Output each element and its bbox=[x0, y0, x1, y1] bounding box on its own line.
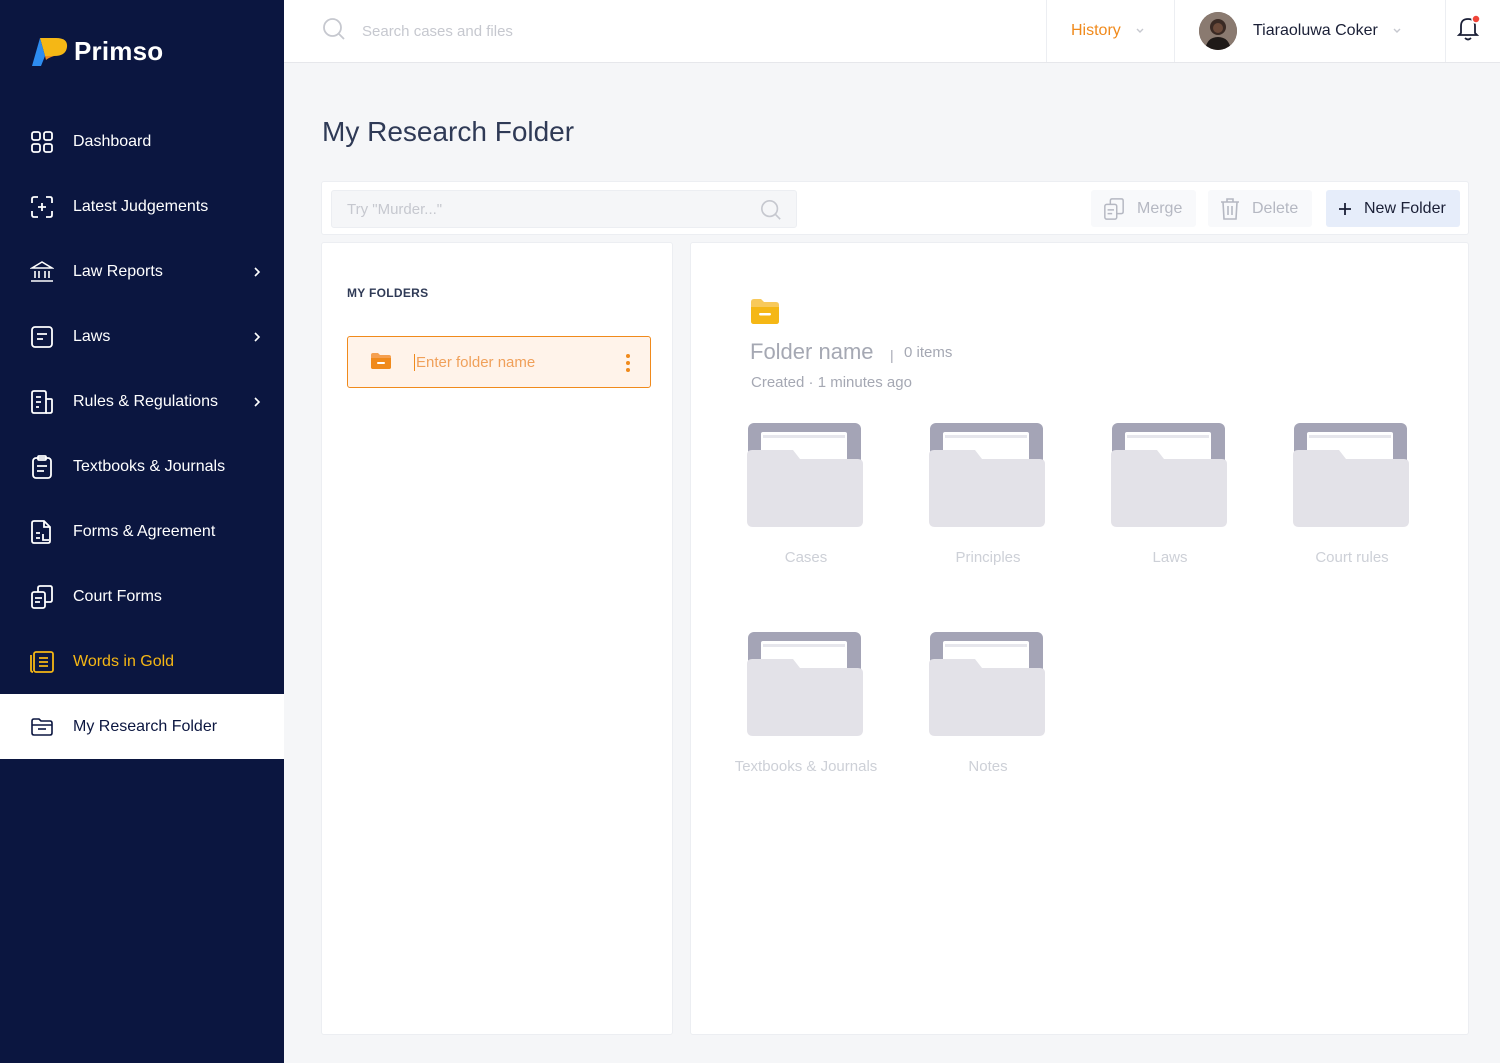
global-search-input[interactable]: Search cases and files bbox=[362, 23, 513, 40]
merge-label: Merge bbox=[1137, 199, 1183, 217]
user-menu[interactable]: Tiaraoluwa Coker bbox=[1174, 0, 1446, 62]
folder-icon bbox=[747, 632, 864, 737]
subfolder-label: Laws bbox=[1152, 549, 1188, 566]
subfolder-label: Textbooks & Journals bbox=[734, 758, 878, 775]
sidebar-item-words-in-gold[interactable]: Words in Gold bbox=[0, 629, 284, 694]
toolbar: Try "Murder..." Merge Delete New Folder bbox=[321, 181, 1469, 235]
avatar bbox=[1199, 12, 1237, 50]
new-folder-button[interactable]: New Folder bbox=[1326, 190, 1460, 227]
sidebar-item-label: Forms & Agreement bbox=[73, 522, 216, 540]
folder-detail-panel: Folder name | 0 items Created · 1 minute… bbox=[690, 242, 1469, 1035]
chevron-right-icon bbox=[252, 395, 262, 409]
title-separator: | bbox=[890, 347, 894, 363]
folder-icon bbox=[747, 423, 864, 528]
form-icon bbox=[30, 519, 54, 544]
sidebar-item-court-forms[interactable]: Court Forms bbox=[0, 564, 284, 629]
sidebar-item-my-research-folder[interactable]: My Research Folder bbox=[0, 694, 284, 759]
search-icon bbox=[760, 199, 782, 226]
folder-icon bbox=[370, 351, 392, 376]
brand-name: Primso bbox=[74, 35, 164, 66]
folder-icon bbox=[929, 423, 1046, 528]
subfolder-cases[interactable]: Cases bbox=[731, 423, 881, 573]
folder-name-input[interactable]: Enter folder name bbox=[416, 354, 535, 371]
folder-name-field[interactable]: Enter folder name bbox=[347, 336, 651, 388]
rules-icon bbox=[30, 389, 54, 414]
history-dropdown[interactable]: History bbox=[1046, 0, 1174, 62]
plus-icon bbox=[1338, 202, 1352, 216]
items-count: 0 items bbox=[904, 344, 953, 361]
sidebar-item-latest-judgements[interactable]: Latest Judgements bbox=[0, 174, 284, 239]
scan-plus-icon bbox=[30, 195, 54, 219]
trash-icon bbox=[1220, 197, 1240, 220]
folder-icon bbox=[750, 297, 780, 330]
folder-icon bbox=[1293, 423, 1410, 528]
chevron-right-icon bbox=[252, 265, 262, 279]
sidebar-item-label: Dashboard bbox=[73, 132, 152, 150]
logo[interactable]: Primso bbox=[30, 34, 163, 68]
sidebar-item-dashboard[interactable]: Dashboard bbox=[0, 109, 284, 174]
sidebar-item-label: Latest Judgements bbox=[73, 197, 209, 215]
new-folder-label: New Folder bbox=[1364, 199, 1446, 217]
sidebar-item-law-reports[interactable]: Law Reports bbox=[0, 239, 284, 304]
notifications-button[interactable] bbox=[1456, 14, 1482, 42]
subfolder-principles[interactable]: Principles bbox=[913, 423, 1063, 573]
folder-search-input[interactable]: Try "Murder..." bbox=[331, 190, 797, 228]
subfolder-notes[interactable]: Notes bbox=[913, 632, 1063, 782]
text-caret bbox=[414, 354, 415, 371]
global-search[interactable]: Search cases and files bbox=[322, 17, 513, 46]
subfolder-label: Court rules bbox=[1315, 549, 1389, 566]
sidebar-item-rules-regulations[interactable]: Rules & Regulations bbox=[0, 369, 284, 434]
sidebar-item-label: Words in Gold bbox=[73, 652, 175, 670]
subfolder-label: Notes bbox=[968, 758, 1008, 775]
sidebar-item-label: Laws bbox=[73, 327, 111, 345]
folders-panel: MY FOLDERS Enter folder name bbox=[321, 242, 673, 1035]
history-label: History bbox=[1071, 22, 1121, 39]
document-icon bbox=[30, 325, 54, 349]
clipboard-icon bbox=[30, 454, 54, 479]
subfolder-label: Cases bbox=[784, 549, 828, 566]
folder-icon bbox=[1111, 423, 1228, 528]
created-time: Created · 1 minutes ago bbox=[751, 374, 912, 391]
folder-icon bbox=[30, 715, 54, 739]
list-icon bbox=[30, 650, 54, 674]
sidebar-item-label: My Research Folder bbox=[73, 717, 218, 735]
sidebar-item-label: Textbooks & Journals bbox=[73, 457, 226, 475]
delete-label: Delete bbox=[1252, 199, 1299, 217]
grid-icon bbox=[30, 130, 54, 154]
chevron-down-icon bbox=[1392, 22, 1402, 40]
page-title: My Research Folder bbox=[322, 116, 575, 147]
folder-name: Folder name bbox=[750, 339, 874, 364]
subfolder-laws[interactable]: Laws bbox=[1095, 423, 1245, 573]
merge-icon bbox=[1103, 197, 1125, 220]
sidebar-item-label: Rules & Regulations bbox=[73, 392, 218, 410]
sidebar-item-label: Law Reports bbox=[73, 262, 163, 280]
bank-icon bbox=[30, 260, 54, 284]
sidebar-item-laws[interactable]: Laws bbox=[0, 304, 284, 369]
sidebar: Primso Dashboard Latest Judgements Law R… bbox=[0, 0, 284, 1063]
sidebar-item-forms-agreement[interactable]: Forms & Agreement bbox=[0, 499, 284, 564]
chevron-down-icon bbox=[1135, 22, 1145, 40]
sidebar-item-label: Court Forms bbox=[73, 587, 162, 605]
subfolder-court-rules[interactable]: Court rules bbox=[1277, 423, 1427, 573]
delete-button[interactable]: Delete bbox=[1208, 190, 1313, 227]
more-options-icon[interactable] bbox=[626, 353, 630, 373]
search-icon bbox=[322, 17, 346, 46]
copy-icon bbox=[30, 584, 54, 609]
top-bar: Search cases and files History Tiaraoluw… bbox=[284, 0, 1500, 63]
bell-icon bbox=[1456, 14, 1482, 46]
sidebar-item-textbooks-journals[interactable]: Textbooks & Journals bbox=[0, 434, 284, 499]
merge-button[interactable]: Merge bbox=[1091, 190, 1197, 227]
subfolder-label: Principles bbox=[955, 549, 1021, 566]
sidebar-nav: Dashboard Latest Judgements Law Reports … bbox=[0, 109, 284, 759]
folder-search-placeholder: Try "Murder..." bbox=[347, 201, 443, 218]
folders-heading: MY FOLDERS bbox=[347, 286, 429, 300]
chevron-right-icon bbox=[252, 330, 262, 344]
user-name: Tiaraoluwa Coker bbox=[1253, 22, 1378, 39]
subfolder-textbooks-journals[interactable]: Textbooks & Journals bbox=[731, 632, 881, 782]
folder-icon bbox=[929, 632, 1046, 737]
logo-icon bbox=[30, 34, 70, 68]
